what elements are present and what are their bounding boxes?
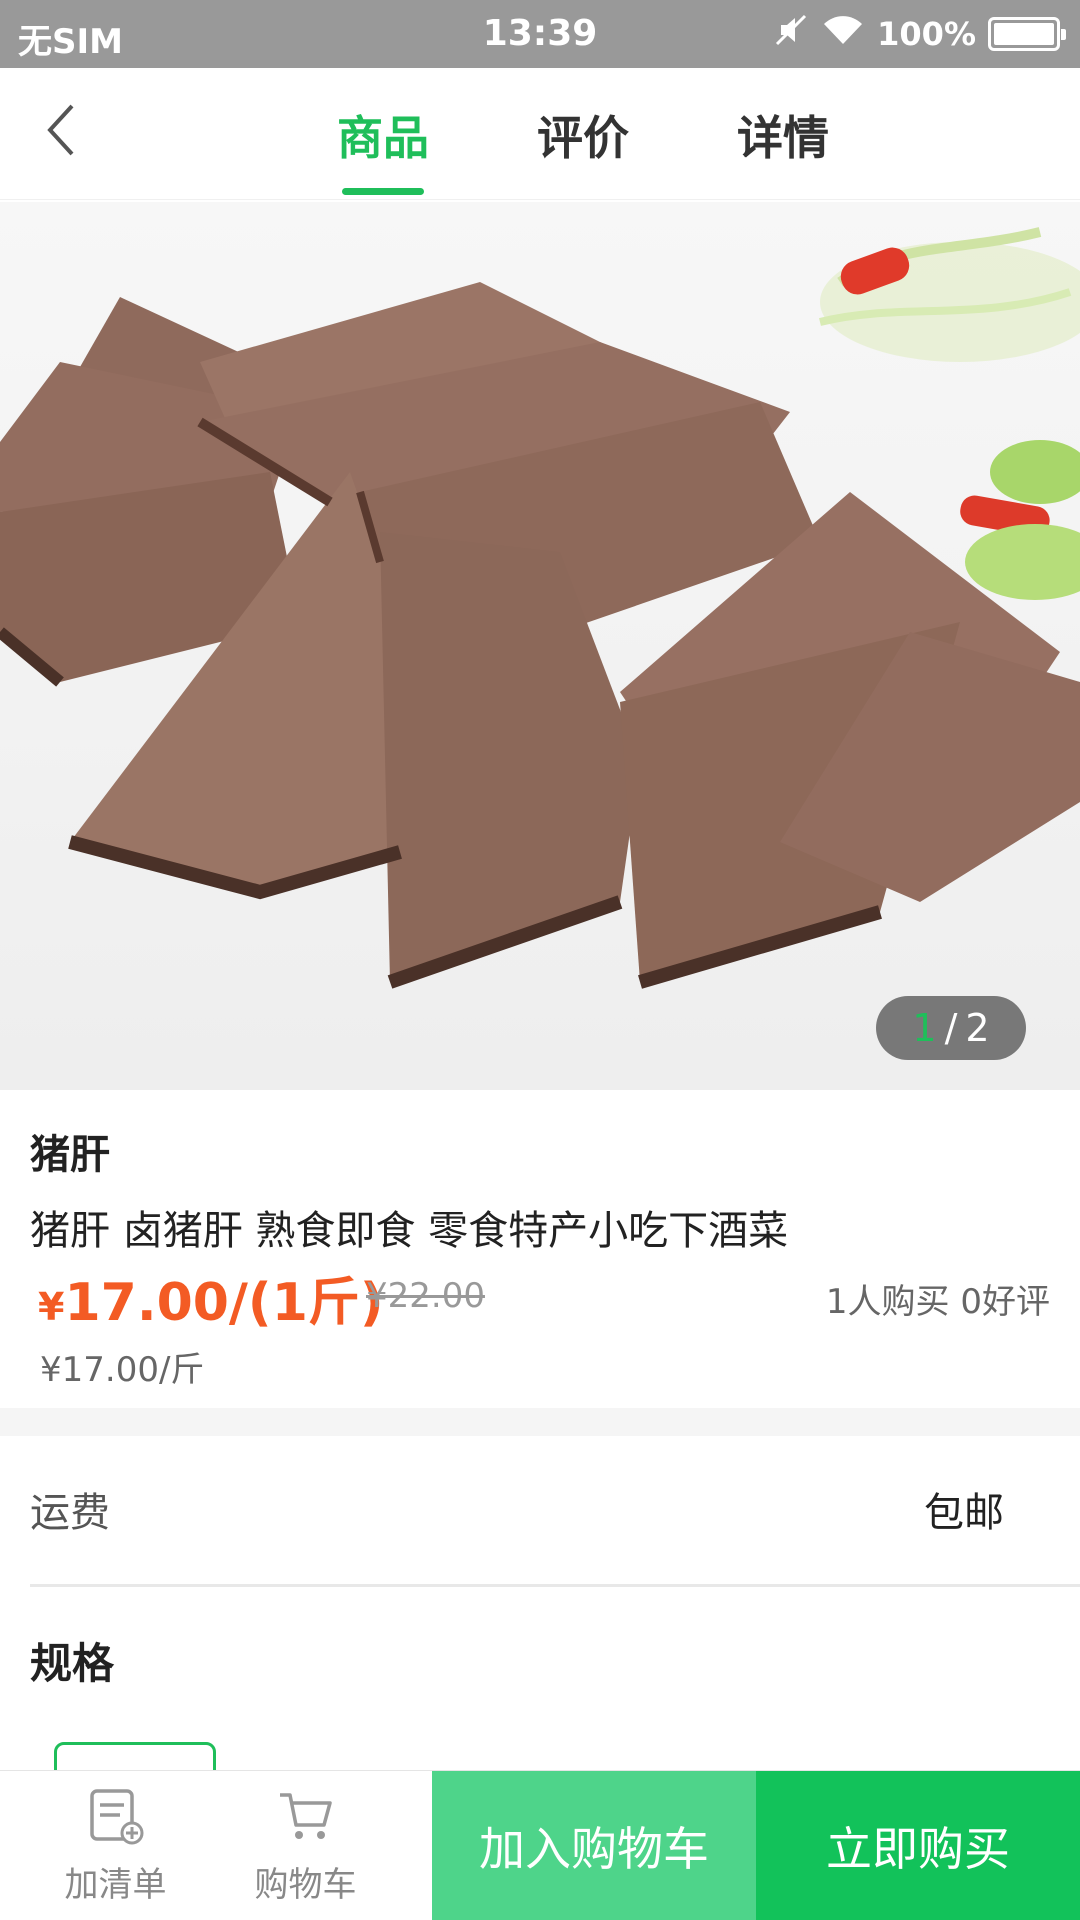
bottom-action-bar: 加清单 购物车 加入购物车 立即购买: [0, 1770, 1080, 1920]
spec-title: 规格: [30, 1639, 115, 1688]
original-price: ¥22.00: [366, 1276, 485, 1316]
buy-now-button[interactable]: 立即购买: [756, 1771, 1080, 1920]
product-photo: [0, 227, 1080, 989]
add-to-list-label: 加清单: [64, 1864, 167, 1905]
divider: [30, 1584, 1080, 1587]
sales-count: 1人购买 0好评: [825, 1282, 1050, 1322]
shipping-value: 包邮: [924, 1490, 1004, 1536]
tab-reviews[interactable]: 评价: [513, 102, 653, 168]
price-value: 17.00/(1斤): [64, 1273, 384, 1333]
section-separator: [0, 1408, 1080, 1436]
shipping-label: 运费: [30, 1490, 110, 1536]
shipping-row: 运费 包邮: [0, 1436, 1080, 1586]
battery-percent: 100%: [877, 15, 976, 53]
battery-icon: [988, 17, 1066, 51]
status-bar: 无SIM 13:39 100%: [0, 0, 1080, 68]
cart-label: 购物车: [254, 1864, 357, 1905]
add-to-cart-button[interactable]: 加入购物车: [432, 1771, 756, 1920]
chevron-left-icon: [42, 102, 82, 162]
price-symbol: ¥: [38, 1285, 65, 1329]
shopping-cart-icon: [276, 1787, 336, 1851]
price: ¥17.00/(1斤): [38, 1260, 384, 1335]
product-info: 猪肝 猪肝 卤猪肝 熟食即食 零食特产小吃下酒菜 ¥17.00/(1斤) ¥22…: [0, 1102, 1080, 1408]
tab-goods[interactable]: 商品: [313, 102, 453, 168]
gallery-pager: 1 / 2: [876, 996, 1026, 1060]
cart-button[interactable]: 购物车: [198, 1771, 413, 1920]
unit-price: ¥17.00/斤: [40, 1350, 205, 1390]
tab-indicator: [342, 188, 424, 195]
tab-details[interactable]: 详情: [713, 102, 853, 168]
pager-separator: /: [944, 1006, 958, 1050]
pager-current: 1: [912, 1006, 937, 1050]
mute-icon: [773, 12, 809, 56]
status-icons: 100%: [773, 12, 1066, 56]
wifi-icon: [821, 12, 865, 56]
product-image-gallery[interactable]: 1 / 2: [0, 202, 1080, 1090]
product-name: 猪肝: [30, 1132, 110, 1178]
product-description: 猪肝 卤猪肝 熟食即食 零食特产小吃下酒菜: [30, 1208, 789, 1254]
nav-bar: 商品 评价 详情: [0, 68, 1080, 200]
add-to-list-button[interactable]: 加清单: [8, 1771, 223, 1920]
back-button[interactable]: [30, 100, 94, 164]
pager-total: 2: [965, 1006, 990, 1050]
list-add-icon: [86, 1787, 146, 1851]
